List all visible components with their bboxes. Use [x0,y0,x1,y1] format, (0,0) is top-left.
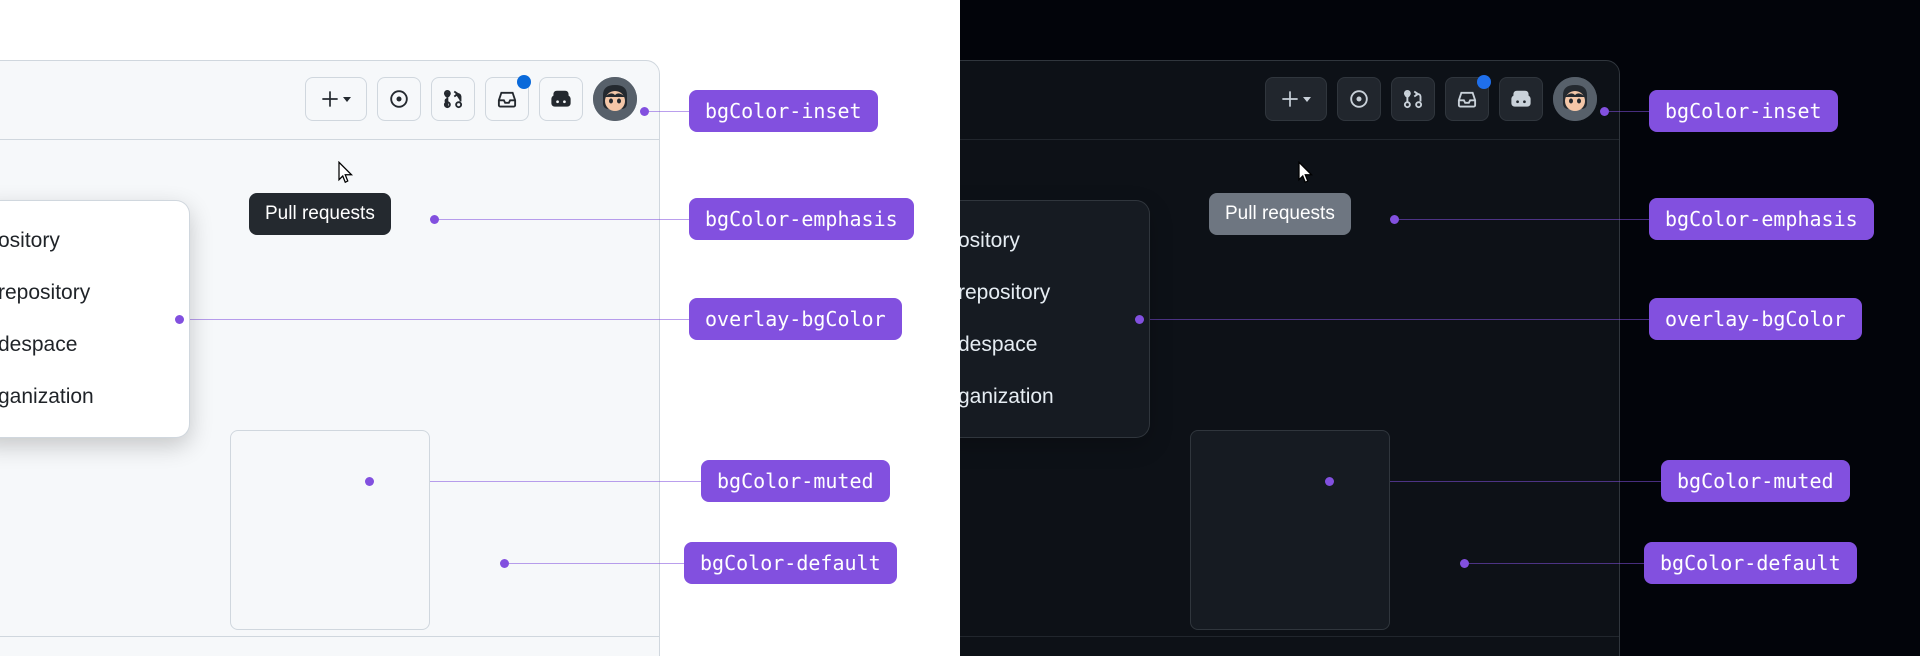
callout-dot [1460,559,1469,568]
overlay-item[interactable]: despace [960,319,1149,371]
copilot-button[interactable] [539,77,583,121]
callout-dot [175,315,184,324]
callout-dot [1325,477,1334,486]
tooltip: Pull requests [1209,193,1351,235]
callout: bgColor-inset [1600,90,1890,132]
callout-label: overlay-bgColor [1649,298,1862,340]
pull-request-icon [1403,89,1423,109]
notification-dot [1477,75,1491,89]
inbox-icon [1457,89,1477,109]
user-avatar[interactable] [593,77,637,121]
chevron-down-icon [343,97,351,102]
callout: bgColor-emphasis [1390,198,1890,240]
callout: overlay-bgColor [175,298,930,340]
overlay-item[interactable]: repository [960,267,1149,319]
inbox-icon [497,89,517,109]
callout-label: bgColor-inset [1649,90,1838,132]
issue-icon [1349,89,1369,109]
overlay-item[interactable]: ganization [0,371,189,423]
callout: bgColor-emphasis [430,198,930,240]
callout-label: bgColor-muted [701,460,890,502]
callout-label: bgColor-muted [1661,460,1850,502]
pull-request-icon [443,89,463,109]
callout: bgColor-muted [365,460,930,502]
inbox-button[interactable] [1445,77,1489,121]
callout-dot [1135,315,1144,324]
chevron-down-icon [1303,97,1311,102]
tooltip: Pull requests [249,193,391,235]
callout-dot [640,107,649,116]
pull-requests-button[interactable] [431,77,475,121]
plus-icon [1281,90,1299,108]
callout-label: overlay-bgColor [689,298,902,340]
notification-dot [517,75,531,89]
issues-button[interactable] [1337,77,1381,121]
copilot-button[interactable] [1499,77,1543,121]
add-button[interactable] [1265,77,1327,121]
muted-card [230,430,430,630]
inbox-button[interactable] [485,77,529,121]
callout-dot [1600,107,1609,116]
cursor-pointer-icon [331,161,357,191]
callout-label: bgColor-inset [689,90,878,132]
toolbar [1265,77,1597,121]
overlay-item[interactable]: despace [0,319,189,371]
callout-label: bgColor-default [684,542,897,584]
toolbar [305,77,637,121]
copilot-icon [550,88,572,110]
dark-theme-panel: Pull requests ository repository despace… [960,0,1920,656]
callout-dot [430,215,439,224]
cursor-pointer-icon [1291,161,1317,191]
dropdown-overlay[interactable]: ository repository despace ganization [0,200,190,438]
tooltip-text: Pull requests [1225,203,1335,224]
overlay-item[interactable]: repository [0,267,189,319]
plus-icon [321,90,339,108]
callout-label: bgColor-emphasis [1649,198,1874,240]
copilot-icon [1510,88,1532,110]
avatar-icon [1553,77,1597,121]
light-theme-panel: Pull requests ository repository despace… [0,0,960,656]
callout: bgColor-inset [640,90,930,132]
callout: bgColor-default [500,542,930,584]
tooltip-text: Pull requests [265,203,375,224]
callout-label: bgColor-emphasis [689,198,914,240]
dropdown-overlay[interactable]: ository repository despace ganization [960,200,1150,438]
callout: overlay-bgColor [1135,298,1890,340]
callout-dot [1390,215,1399,224]
callout: bgColor-default [1460,542,1890,584]
callout-dot [500,559,509,568]
muted-card [1190,430,1390,630]
overlay-item[interactable]: ository [960,215,1149,267]
overlay-item[interactable]: ository [0,215,189,267]
callout-dot [365,477,374,486]
callout: bgColor-muted [1325,460,1890,502]
avatar-icon [593,77,637,121]
issues-button[interactable] [377,77,421,121]
overlay-item[interactable]: ganization [960,371,1149,423]
pull-requests-button[interactable] [1391,77,1435,121]
issue-icon [389,89,409,109]
callout-label: bgColor-default [1644,542,1857,584]
add-button[interactable] [305,77,367,121]
user-avatar[interactable] [1553,77,1597,121]
